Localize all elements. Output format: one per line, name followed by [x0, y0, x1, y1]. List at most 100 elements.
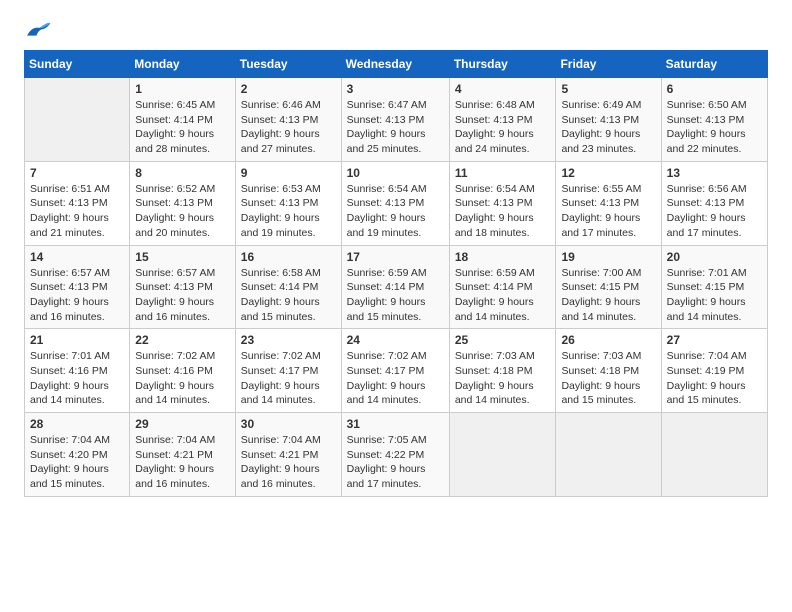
calendar-cell: [25, 78, 130, 162]
day-number: 9: [241, 166, 336, 180]
col-header-thursday: Thursday: [449, 51, 556, 78]
calendar-cell: 28 Sunrise: 7:04 AMSunset: 4:20 PMDayligh…: [25, 413, 130, 497]
calendar-cell: 8 Sunrise: 6:52 AMSunset: 4:13 PMDaylight…: [130, 161, 236, 245]
day-info: Sunrise: 6:56 AMSunset: 4:13 PMDaylight:…: [667, 182, 762, 241]
day-info: Sunrise: 6:52 AMSunset: 4:13 PMDaylight:…: [135, 182, 230, 241]
day-number: 17: [347, 250, 444, 264]
day-number: 14: [30, 250, 124, 264]
day-number: 27: [667, 333, 762, 347]
day-number: 28: [30, 417, 124, 431]
day-info: Sunrise: 6:55 AMSunset: 4:13 PMDaylight:…: [561, 182, 655, 241]
day-number: 6: [667, 82, 762, 96]
day-number: 30: [241, 417, 336, 431]
calendar-cell: 9 Sunrise: 6:53 AMSunset: 4:13 PMDaylight…: [235, 161, 341, 245]
calendar-cell: [556, 413, 661, 497]
calendar-week-row: 1Sunrise: 6:45 AMSunset: 4:14 PMDaylight…: [25, 78, 768, 162]
day-info: Sunrise: 6:49 AMSunset: 4:13 PMDaylight:…: [561, 98, 655, 157]
day-number: 25: [455, 333, 551, 347]
calendar-cell: 26 Sunrise: 7:03 AMSunset: 4:18 PMDayligh…: [556, 329, 661, 413]
day-info: Sunrise: 6:54 AMSunset: 4:13 PMDaylight:…: [455, 182, 551, 241]
day-number: 26: [561, 333, 655, 347]
day-number: 4: [455, 82, 551, 96]
calendar-cell: 20 Sunrise: 7:01 AMSunset: 4:15 PMDayligh…: [661, 245, 767, 329]
calendar-cell: [449, 413, 556, 497]
day-info: Sunrise: 7:04 AMSunset: 4:19 PMDaylight:…: [667, 349, 762, 408]
day-info: Sunrise: 7:05 AMSunset: 4:22 PMDaylight:…: [347, 433, 444, 492]
col-header-monday: Monday: [130, 51, 236, 78]
calendar-cell: 5Sunrise: 6:49 AMSunset: 4:13 PMDaylight…: [556, 78, 661, 162]
calendar-cell: 15 Sunrise: 6:57 AMSunset: 4:13 PMDayligh…: [130, 245, 236, 329]
day-info: Sunrise: 7:04 AMSunset: 4:21 PMDaylight:…: [135, 433, 230, 492]
day-info: Sunrise: 6:46 AMSunset: 4:13 PMDaylight:…: [241, 98, 336, 157]
day-number: 8: [135, 166, 230, 180]
day-number: 31: [347, 417, 444, 431]
day-number: 11: [455, 166, 551, 180]
day-info: Sunrise: 6:47 AMSunset: 4:13 PMDaylight:…: [347, 98, 444, 157]
day-number: 7: [30, 166, 124, 180]
day-info: Sunrise: 6:53 AMSunset: 4:13 PMDaylight:…: [241, 182, 336, 241]
calendar-cell: [661, 413, 767, 497]
day-info: Sunrise: 6:57 AMSunset: 4:13 PMDaylight:…: [135, 266, 230, 325]
day-number: 29: [135, 417, 230, 431]
col-header-tuesday: Tuesday: [235, 51, 341, 78]
calendar-header-row: SundayMondayTuesdayWednesdayThursdayFrid…: [25, 51, 768, 78]
day-number: 21: [30, 333, 124, 347]
col-header-friday: Friday: [556, 51, 661, 78]
day-info: Sunrise: 7:02 AMSunset: 4:16 PMDaylight:…: [135, 349, 230, 408]
calendar-week-row: 14 Sunrise: 6:57 AMSunset: 4:13 PMDayligh…: [25, 245, 768, 329]
calendar-cell: 14 Sunrise: 6:57 AMSunset: 4:13 PMDayligh…: [25, 245, 130, 329]
day-info: Sunrise: 7:01 AMSunset: 4:15 PMDaylight:…: [667, 266, 762, 325]
calendar-week-row: 21 Sunrise: 7:01 AMSunset: 4:16 PMDayligh…: [25, 329, 768, 413]
day-number: 16: [241, 250, 336, 264]
day-number: 3: [347, 82, 444, 96]
day-number: 20: [667, 250, 762, 264]
calendar-cell: 29 Sunrise: 7:04 AMSunset: 4:21 PMDayligh…: [130, 413, 236, 497]
calendar-cell: 27 Sunrise: 7:04 AMSunset: 4:19 PMDayligh…: [661, 329, 767, 413]
day-info: Sunrise: 6:59 AMSunset: 4:14 PMDaylight:…: [347, 266, 444, 325]
day-number: 15: [135, 250, 230, 264]
logo-bird-icon: [24, 20, 52, 42]
day-number: 23: [241, 333, 336, 347]
day-info: Sunrise: 7:04 AMSunset: 4:20 PMDaylight:…: [30, 433, 124, 492]
day-number: 24: [347, 333, 444, 347]
calendar-cell: 7Sunrise: 6:51 AMSunset: 4:13 PMDaylight…: [25, 161, 130, 245]
col-header-saturday: Saturday: [661, 51, 767, 78]
day-number: 10: [347, 166, 444, 180]
calendar-cell: 25 Sunrise: 7:03 AMSunset: 4:18 PMDayligh…: [449, 329, 556, 413]
day-info: Sunrise: 7:02 AMSunset: 4:17 PMDaylight:…: [347, 349, 444, 408]
calendar-cell: 1Sunrise: 6:45 AMSunset: 4:14 PMDaylight…: [130, 78, 236, 162]
day-info: Sunrise: 6:59 AMSunset: 4:14 PMDaylight:…: [455, 266, 551, 325]
calendar-table: SundayMondayTuesdayWednesdayThursdayFrid…: [24, 50, 768, 497]
day-number: 12: [561, 166, 655, 180]
day-number: 13: [667, 166, 762, 180]
logo: [24, 20, 56, 42]
day-info: Sunrise: 7:04 AMSunset: 4:21 PMDaylight:…: [241, 433, 336, 492]
calendar-cell: 16 Sunrise: 6:58 AMSunset: 4:14 PMDayligh…: [235, 245, 341, 329]
day-info: Sunrise: 6:45 AMSunset: 4:14 PMDaylight:…: [135, 98, 230, 157]
col-header-sunday: Sunday: [25, 51, 130, 78]
calendar-cell: 11 Sunrise: 6:54 AMSunset: 4:13 PMDayligh…: [449, 161, 556, 245]
page-header: [24, 20, 768, 42]
day-number: 22: [135, 333, 230, 347]
day-info: Sunrise: 6:57 AMSunset: 4:13 PMDaylight:…: [30, 266, 124, 325]
day-info: Sunrise: 7:01 AMSunset: 4:16 PMDaylight:…: [30, 349, 124, 408]
col-header-wednesday: Wednesday: [341, 51, 449, 78]
calendar-cell: 18Sunrise: 6:59 AMSunset: 4:14 PMDayligh…: [449, 245, 556, 329]
calendar-cell: 23Sunrise: 7:02 AMSunset: 4:17 PMDayligh…: [235, 329, 341, 413]
calendar-cell: 12 Sunrise: 6:55 AMSunset: 4:13 PMDayligh…: [556, 161, 661, 245]
calendar-cell: 2 Sunrise: 6:46 AMSunset: 4:13 PMDaylight…: [235, 78, 341, 162]
day-number: 2: [241, 82, 336, 96]
calendar-cell: 22 Sunrise: 7:02 AMSunset: 4:16 PMDayligh…: [130, 329, 236, 413]
day-info: Sunrise: 6:58 AMSunset: 4:14 PMDaylight:…: [241, 266, 336, 325]
day-info: Sunrise: 7:00 AMSunset: 4:15 PMDaylight:…: [561, 266, 655, 325]
day-info: Sunrise: 7:03 AMSunset: 4:18 PMDaylight:…: [455, 349, 551, 408]
calendar-week-row: 28 Sunrise: 7:04 AMSunset: 4:20 PMDayligh…: [25, 413, 768, 497]
calendar-week-row: 7Sunrise: 6:51 AMSunset: 4:13 PMDaylight…: [25, 161, 768, 245]
calendar-cell: 30 Sunrise: 7:04 AMSunset: 4:21 PMDayligh…: [235, 413, 341, 497]
calendar-cell: 17 Sunrise: 6:59 AMSunset: 4:14 PMDayligh…: [341, 245, 449, 329]
calendar-cell: 31 Sunrise: 7:05 AMSunset: 4:22 PMDayligh…: [341, 413, 449, 497]
day-info: Sunrise: 7:03 AMSunset: 4:18 PMDaylight:…: [561, 349, 655, 408]
calendar-cell: 13 Sunrise: 6:56 AMSunset: 4:13 PMDayligh…: [661, 161, 767, 245]
day-number: 19: [561, 250, 655, 264]
calendar-cell: 21 Sunrise: 7:01 AMSunset: 4:16 PMDayligh…: [25, 329, 130, 413]
